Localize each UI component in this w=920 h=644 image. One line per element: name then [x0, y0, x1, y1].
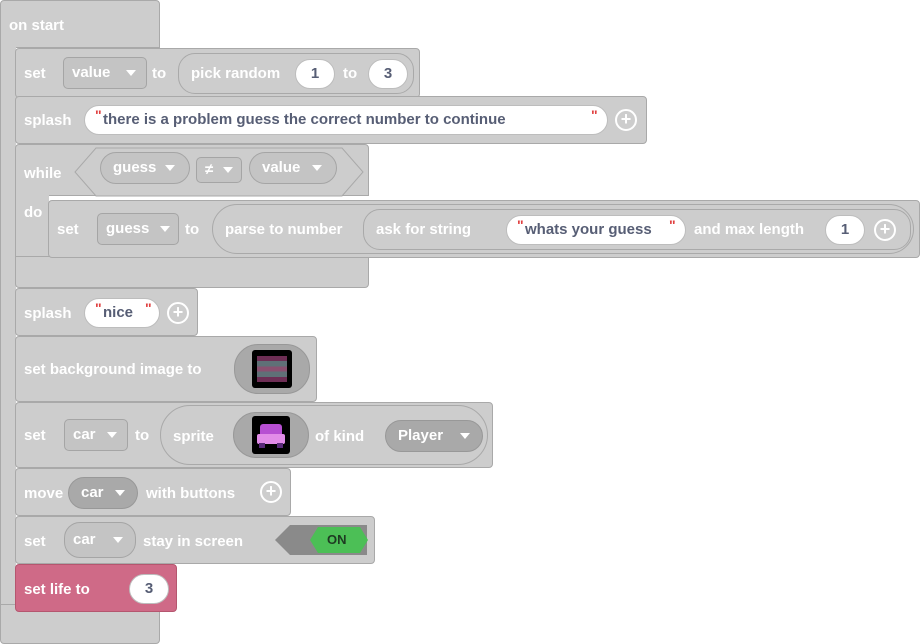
stay-label: stay in screen [143, 533, 244, 550]
splash-text: nice [103, 304, 134, 321]
set-guess-block[interactable]: set guess to parse to number ask for str… [48, 200, 920, 258]
set-life-block[interactable]: set life to 3 [15, 564, 177, 612]
ask-string-reporter[interactable]: ask for string " whats your guess " and … [363, 209, 911, 250]
set-life-label: set life to [24, 581, 90, 598]
close-quote: " [145, 300, 152, 316]
open-quote: " [95, 107, 102, 123]
set-label: set [24, 533, 46, 550]
background-image-picker[interactable] [234, 344, 310, 394]
plus-circle-icon[interactable]: + [615, 109, 637, 131]
variable-dropdown[interactable]: car [68, 477, 138, 509]
pick-random-reporter[interactable]: pick random 1 to 3 [178, 53, 414, 94]
chevron-down-icon [113, 537, 123, 543]
random-min-input[interactable]: 1 [295, 59, 335, 89]
set-label: set [24, 427, 46, 444]
sprite-image-picker[interactable] [233, 412, 309, 458]
chevron-down-icon [312, 165, 322, 171]
sprite-label: sprite [173, 428, 214, 445]
chevron-down-icon [165, 165, 175, 171]
max-length-label: and max length [694, 221, 805, 238]
chevron-down-icon [126, 70, 136, 76]
on-start-hat[interactable]: on start [0, 0, 160, 48]
variable-dropdown[interactable]: value [63, 57, 147, 89]
chevron-down-icon [223, 167, 233, 173]
to-label: to [185, 221, 200, 238]
chevron-down-icon [107, 432, 117, 438]
set-background-label: set background image to [24, 361, 202, 378]
open-quote: " [517, 217, 524, 233]
variable-name: car [73, 426, 96, 443]
variable-name: guess [106, 220, 150, 237]
with-buttons-label: with buttons [146, 485, 236, 502]
pick-random-label: pick random [191, 65, 281, 82]
while-block[interactable]: while guess ≠ value [15, 144, 369, 197]
chevron-down-icon [460, 433, 470, 439]
life-value-input[interactable]: 3 [129, 574, 169, 604]
splash-text-input[interactable]: " nice " [84, 298, 160, 328]
set-value-block[interactable]: set value to pick random 1 to 3 [15, 48, 420, 98]
set-label: set [24, 65, 46, 82]
variable-name: car [81, 484, 104, 501]
plus-circle-icon[interactable]: + [260, 481, 282, 503]
plus-circle-icon[interactable]: + [874, 219, 896, 241]
splash-block[interactable]: splash " there is a problem guess the co… [15, 96, 647, 144]
chevron-down-icon [160, 226, 170, 232]
of-kind-label: of kind [315, 428, 365, 445]
while-label: while [24, 165, 62, 182]
set-background-block[interactable]: set background image to [15, 336, 317, 402]
toggle-switch[interactable] [274, 524, 368, 556]
splash-block[interactable]: splash " nice " + [15, 288, 198, 336]
kind-name: Player [398, 427, 444, 444]
random-max-input[interactable]: 3 [368, 59, 408, 89]
ask-label: ask for string [376, 221, 472, 238]
left-operand: guess [113, 159, 157, 176]
variable-dropdown[interactable]: car [64, 522, 136, 558]
right-operand-dropdown[interactable]: value [249, 152, 337, 184]
to-label: to [135, 427, 150, 444]
close-quote: " [591, 107, 598, 123]
operator: ≠ [205, 161, 214, 178]
toggle-label: ON [327, 532, 347, 547]
background-thumbnail-icon [252, 350, 292, 388]
move-block[interactable]: move car with buttons + [15, 468, 291, 516]
car-sprite-icon [252, 416, 290, 454]
splash-text-input[interactable]: " there is a problem guess the correct n… [84, 105, 608, 135]
to-label: to [152, 65, 167, 82]
variable-name: car [73, 531, 96, 548]
while-arm: do [15, 194, 49, 258]
close-quote: " [669, 217, 676, 233]
on-start-label: on start [9, 17, 65, 34]
max-length-input[interactable]: 1 [825, 215, 865, 245]
set-label: set [57, 221, 79, 238]
prompt-text: whats your guess [525, 221, 652, 238]
plus-circle-icon[interactable]: + [167, 302, 189, 324]
open-quote: " [95, 300, 102, 316]
right-operand: value [262, 159, 301, 176]
set-sprite-block[interactable]: set car to sprite of kind Player [15, 402, 493, 468]
left-operand-dropdown[interactable]: guess [100, 152, 190, 184]
splash-label: splash [24, 305, 72, 322]
variable-name: value [72, 64, 111, 81]
between-label: to [343, 65, 358, 82]
variable-dropdown[interactable]: guess [97, 213, 179, 245]
parse-number-reporter[interactable]: parse to number ask for string " whats y… [212, 204, 914, 254]
operator-dropdown[interactable]: ≠ [196, 157, 242, 183]
splash-label: splash [24, 112, 72, 129]
variable-dropdown[interactable]: car [64, 419, 128, 451]
prompt-input[interactable]: " whats your guess " [506, 215, 686, 245]
parse-label: parse to number [225, 221, 343, 238]
while-foot [15, 256, 369, 288]
move-label: move [24, 485, 64, 502]
stay-in-screen-block[interactable]: set car stay in screen ON [15, 516, 375, 564]
kind-dropdown[interactable]: Player [385, 420, 483, 452]
chevron-down-icon [115, 490, 125, 496]
create-sprite-reporter[interactable]: sprite of kind Player [160, 405, 488, 465]
on-start-arm [0, 46, 16, 606]
do-label: do [24, 204, 43, 221]
splash-text: there is a problem guess the correct num… [103, 111, 506, 128]
